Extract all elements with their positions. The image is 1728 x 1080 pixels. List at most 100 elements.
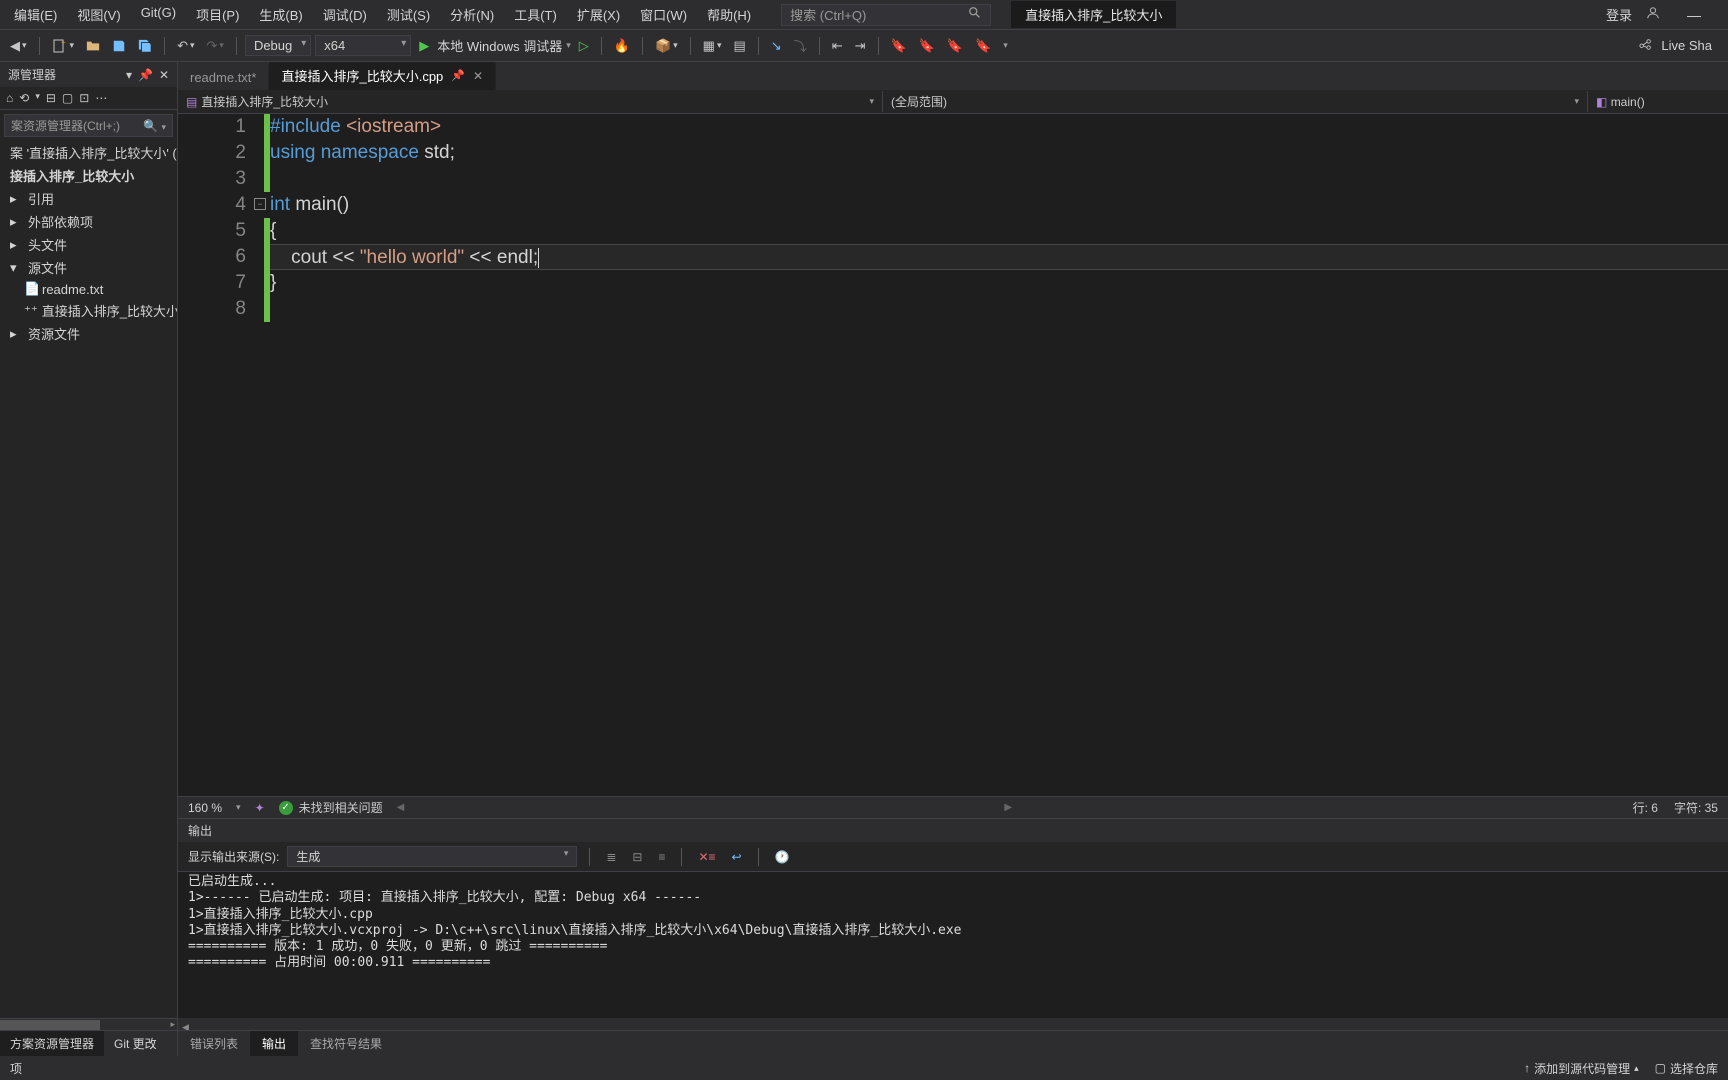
select-repo-button[interactable]: ▢ 选择仓库 bbox=[1655, 1060, 1718, 1077]
intellisense-icon[interactable]: ✦ bbox=[255, 801, 265, 815]
editor-tab[interactable]: readme.txt* bbox=[178, 65, 269, 90]
save-button[interactable] bbox=[108, 37, 130, 55]
tree-item[interactable]: ▸外部依赖项 bbox=[0, 210, 177, 233]
col-indicator[interactable]: 字符: 35 bbox=[1674, 799, 1718, 816]
editor-tab[interactable]: 直接插入排序_比较大小.cpp📌✕ bbox=[269, 62, 496, 90]
output-tab[interactable]: 输出 bbox=[250, 1031, 298, 1056]
indent-right-icon[interactable]: ⇥ bbox=[851, 36, 870, 56]
properties-icon[interactable]: ⊡ bbox=[79, 91, 89, 105]
grid-icon[interactable]: ▤ bbox=[729, 36, 749, 56]
breadcrumb-scope-project[interactable]: ▤直接插入排序_比较大小 ▾ bbox=[178, 91, 883, 112]
new-file-button[interactable]: +▾ bbox=[48, 36, 79, 56]
upload-icon: ↑ bbox=[1524, 1061, 1530, 1075]
output-scrollbar[interactable]: ◀ bbox=[178, 1018, 1728, 1030]
bookmark-clear-icon[interactable]: 🔖 bbox=[971, 36, 995, 56]
menu-item[interactable]: Git(G) bbox=[131, 1, 186, 28]
bookmark-next-icon[interactable]: 🔖 bbox=[943, 36, 967, 56]
close-panel-icon[interactable]: ✕ bbox=[159, 68, 169, 82]
bookmark-prev-icon[interactable]: 🔖 bbox=[915, 36, 939, 56]
zoom-level[interactable]: 160 % bbox=[188, 801, 222, 815]
bookmark-icon[interactable]: 🔖 bbox=[887, 36, 911, 56]
pin-icon[interactable]: 📌 bbox=[451, 69, 465, 82]
tree-item[interactable]: 案 '直接插入排序_比较大小' (1 · bbox=[0, 141, 177, 164]
menu-item[interactable]: 生成(B) bbox=[249, 1, 312, 28]
solution-explorer-title: 源管理器 ▾ 📌 ✕ bbox=[0, 62, 177, 87]
home-icon[interactable]: ⌂ bbox=[6, 91, 13, 105]
source-control-button[interactable]: ↑ 添加到源代码管理 ▴ bbox=[1524, 1060, 1639, 1077]
menu-item[interactable]: 测试(S) bbox=[377, 1, 440, 28]
output-source-dropdown[interactable]: 生成▾ bbox=[287, 846, 577, 867]
out-btn-3[interactable]: ≡ bbox=[654, 850, 669, 864]
search-icon bbox=[968, 6, 982, 23]
share-icon[interactable] bbox=[1639, 37, 1653, 54]
pin-icon[interactable]: 📌 bbox=[138, 68, 153, 82]
menu-item[interactable]: 扩展(X) bbox=[567, 1, 630, 28]
save-all-button[interactable] bbox=[134, 37, 156, 55]
out-btn-2[interactable]: ⊟ bbox=[628, 850, 646, 864]
sidebar-bottom-tab[interactable]: 方案资源管理器 bbox=[0, 1031, 104, 1056]
out-btn-1[interactable]: ≣ bbox=[602, 850, 620, 864]
menu-item[interactable]: 调试(D) bbox=[313, 1, 377, 28]
show-all-icon[interactable]: ▢ bbox=[62, 91, 73, 105]
issues-label[interactable]: 未找到相关问题 bbox=[299, 799, 383, 816]
menu-item[interactable]: 窗口(W) bbox=[630, 1, 697, 28]
autohide-icon[interactable]: ▾ bbox=[126, 68, 132, 82]
indent-left-icon[interactable]: ⇤ bbox=[828, 36, 847, 56]
config-dropdown[interactable]: Debug bbox=[245, 35, 311, 56]
tree-item[interactable]: ⁺⁺直接插入排序_比较大小.cpp bbox=[0, 299, 177, 322]
back-button[interactable]: ◀▾ bbox=[6, 36, 31, 56]
solution-tree[interactable]: 案 '直接插入排序_比较大小' (1 ·接插入排序_比较大小▸引用▸外部依赖项▸… bbox=[0, 141, 177, 1018]
more-icon[interactable]: ⋯ bbox=[95, 91, 107, 105]
wrench-icon[interactable]: ▾ bbox=[35, 91, 40, 105]
scroll-right-icon[interactable]: ▶ bbox=[1004, 802, 1012, 813]
breadcrumb: ▤直接插入排序_比较大小 ▾ (全局范围) ▾ ◧ main() bbox=[178, 90, 1728, 114]
user-icon[interactable] bbox=[1646, 6, 1660, 23]
menu-item[interactable]: 项目(P) bbox=[186, 1, 249, 28]
menu-item[interactable]: 视图(V) bbox=[67, 1, 130, 28]
start-debug-button[interactable]: ▶ bbox=[415, 36, 433, 56]
wrap-icon[interactable]: ↩ bbox=[728, 850, 746, 864]
sync-icon[interactable]: ⟲ bbox=[19, 91, 29, 105]
open-folder-button[interactable] bbox=[82, 37, 104, 55]
start-without-debug-button[interactable]: ▷ bbox=[575, 36, 593, 56]
code-editor[interactable]: 12345678 #include <iostream>using namesp… bbox=[178, 114, 1728, 796]
line-indicator[interactable]: 行: 6 bbox=[1633, 799, 1658, 816]
step-icon[interactable]: ↘ bbox=[767, 36, 786, 56]
tree-item[interactable]: 接插入排序_比较大小 bbox=[0, 164, 177, 187]
build-icon[interactable]: 📦▾ bbox=[651, 36, 682, 56]
solution-search-input[interactable]: 案资源管理器(Ctrl+;) 🔍 ▾ bbox=[4, 114, 173, 137]
breadcrumb-scope-function[interactable]: ◧ main() bbox=[1588, 93, 1728, 111]
close-icon[interactable]: ✕ bbox=[473, 69, 483, 83]
login-link[interactable]: 登录 bbox=[1606, 5, 1632, 24]
tree-item[interactable]: 📄readme.txt bbox=[0, 279, 177, 299]
tree-item[interactable]: ▸引用 bbox=[0, 187, 177, 210]
debugger-label[interactable]: 本地 Windows 调试器 bbox=[437, 36, 562, 55]
code-body[interactable]: #include <iostream>using namespace std;−… bbox=[270, 114, 1728, 796]
output-tab[interactable]: 错误列表 bbox=[178, 1031, 250, 1056]
sidebar-scrollbar[interactable]: ▸ bbox=[0, 1018, 177, 1030]
menu-item[interactable]: 分析(N) bbox=[440, 1, 504, 28]
collapse-icon[interactable]: ⊟ bbox=[46, 91, 56, 105]
clock-icon[interactable]: 🕐 bbox=[771, 850, 794, 864]
redo-button[interactable]: ↷▾ bbox=[203, 36, 228, 56]
minimize-button[interactable]: — bbox=[1674, 7, 1714, 23]
output-text[interactable]: 已启动生成... 1>------ 已启动生成: 项目: 直接插入排序_比较大小… bbox=[178, 872, 1728, 1018]
live-share-label[interactable]: Live Sha bbox=[1661, 38, 1712, 53]
menu-item[interactable]: 编辑(E) bbox=[4, 1, 67, 28]
sidebar-bottom-tab[interactable]: Git 更改 bbox=[104, 1031, 167, 1056]
platform-dropdown[interactable]: x64 bbox=[315, 35, 411, 56]
output-tab[interactable]: 查找符号结果 bbox=[298, 1031, 394, 1056]
step-over-icon[interactable]: ⤵ bbox=[790, 34, 811, 57]
search-input[interactable]: 搜索 (Ctrl+Q) bbox=[781, 4, 991, 26]
tree-item[interactable]: ▾源文件 bbox=[0, 256, 177, 279]
layout-icon[interactable]: ▦▾ bbox=[699, 36, 726, 56]
breadcrumb-scope-global[interactable]: (全局范围) ▾ bbox=[883, 91, 1588, 112]
menu-item[interactable]: 帮助(H) bbox=[697, 1, 761, 28]
tree-item[interactable]: ▸头文件 bbox=[0, 233, 177, 256]
clear-output-icon[interactable]: ✕≡ bbox=[694, 850, 719, 864]
fold-icon[interactable]: − bbox=[254, 198, 266, 210]
tree-item[interactable]: ▸资源文件 bbox=[0, 322, 177, 345]
scroll-left-icon[interactable]: ◀ bbox=[397, 802, 405, 813]
menu-item[interactable]: 工具(T) bbox=[504, 1, 567, 28]
undo-button[interactable]: ↶▾ bbox=[173, 36, 198, 56]
